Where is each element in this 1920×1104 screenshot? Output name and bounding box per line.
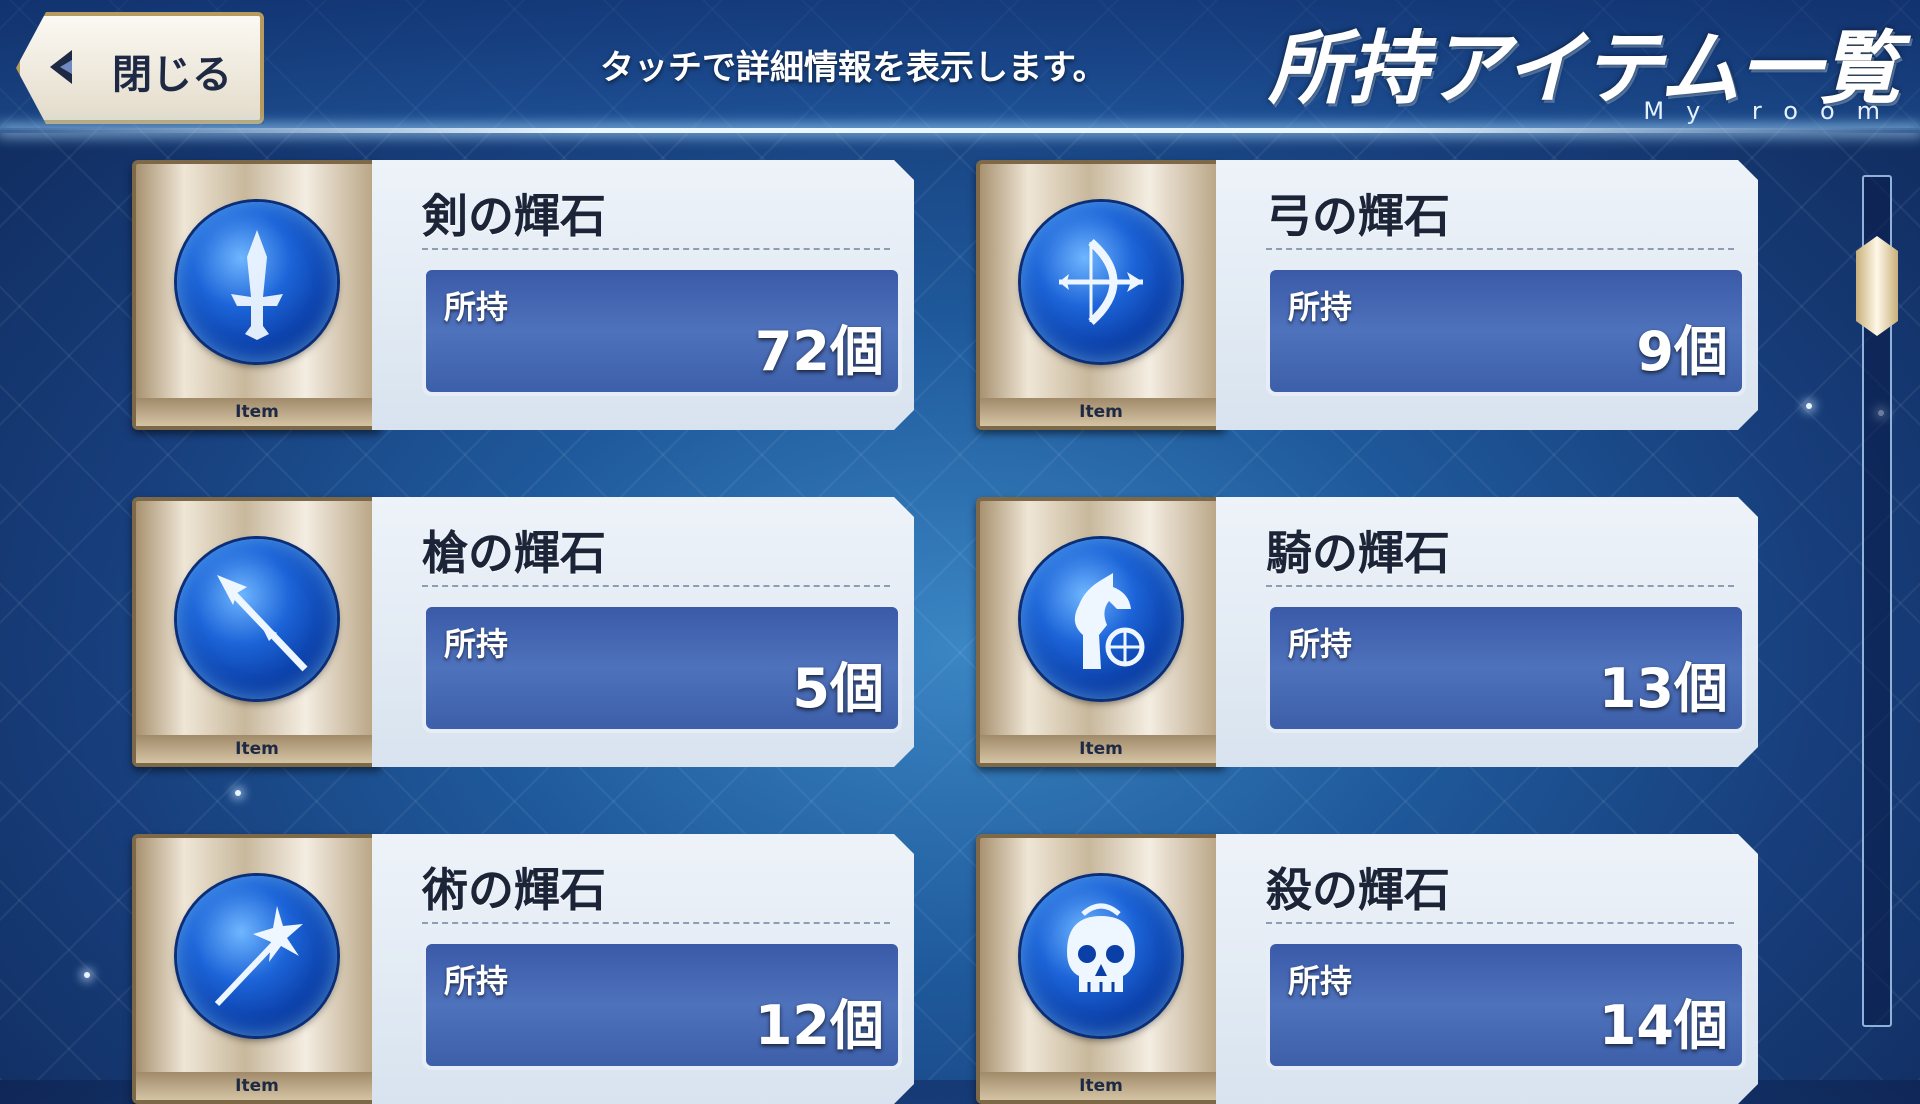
- item-divider: [422, 922, 890, 924]
- sparkle: [1806, 403, 1812, 409]
- lancer-spear-icon: [177, 539, 337, 699]
- owned-label: 所持: [444, 962, 509, 1000]
- item-panel: 弓の輝石 所持 9個: [1216, 160, 1758, 430]
- owned-count: 9個: [1636, 320, 1728, 383]
- close-button-label: 閉じる: [112, 52, 232, 98]
- item-frame: Item: [132, 497, 382, 767]
- owned-count-box: 所持 9個: [1266, 266, 1746, 396]
- owned-count: 14個: [1598, 994, 1728, 1057]
- rider-horse-icon: [1021, 539, 1181, 699]
- item-divider: [1266, 585, 1734, 587]
- item-card-rider[interactable]: Item 騎の輝石 所持 13個: [976, 497, 1758, 767]
- item-name: 剣の輝石: [422, 189, 606, 243]
- item-tag: Item: [136, 1072, 378, 1100]
- caster-staff-icon: [177, 876, 337, 1036]
- owned-label: 所持: [444, 288, 509, 326]
- page-subtitle: My room: [1643, 97, 1902, 125]
- item-divider: [422, 585, 890, 587]
- item-name: 騎の輝石: [1266, 526, 1450, 580]
- item-panel: 殺の輝石 所持 14個: [1216, 834, 1758, 1104]
- item-panel: 騎の輝石 所持 13個: [1216, 497, 1758, 767]
- saber-sword-icon: [177, 202, 337, 362]
- item-frame: Item: [976, 834, 1226, 1104]
- item-name: 殺の輝石: [1266, 863, 1450, 917]
- owned-label: 所持: [1288, 962, 1353, 1000]
- owned-count: 5個: [792, 657, 884, 720]
- owned-count: 72個: [754, 320, 884, 383]
- item-name: 術の輝石: [422, 863, 606, 917]
- scrollbar-thumb[interactable]: [1856, 236, 1898, 336]
- item-panel: 剣の輝石 所持 72個: [372, 160, 914, 430]
- header-divider: [0, 128, 1920, 133]
- item-divider: [1266, 248, 1734, 250]
- item-card-archer[interactable]: Item 弓の輝石 所持 9個: [976, 160, 1758, 430]
- owned-label: 所持: [1288, 288, 1353, 326]
- owned-label: 所持: [1288, 625, 1353, 663]
- item-tag: Item: [136, 398, 378, 426]
- owned-label: 所持: [444, 625, 509, 663]
- item-frame: Item: [132, 160, 382, 430]
- item-tag: Item: [980, 1072, 1222, 1100]
- item-frame: Item: [976, 160, 1226, 430]
- item-tag: Item: [980, 398, 1222, 426]
- hint-text: タッチで詳細情報を表示します。: [600, 48, 1107, 88]
- item-card-lancer[interactable]: Item 槍の輝石 所持 5個: [132, 497, 914, 767]
- item-frame: Item: [132, 834, 382, 1104]
- sparkle: [84, 972, 90, 978]
- assassin-skull-icon: [1021, 876, 1181, 1036]
- item-divider: [422, 248, 890, 250]
- item-panel: 槍の輝石 所持 5個: [372, 497, 914, 767]
- item-tag: Item: [136, 735, 378, 763]
- owned-count-box: 所持 12個: [422, 940, 902, 1070]
- item-panel: 術の輝石 所持 12個: [372, 834, 914, 1104]
- owned-count-box: 所持 13個: [1266, 603, 1746, 733]
- owned-count-box: 所持 14個: [1266, 940, 1746, 1070]
- item-card-caster[interactable]: Item 術の輝石 所持 12個: [132, 834, 914, 1104]
- header-bar: 閉じる タッチで詳細情報を表示します。 所持アイテム一覧 My room: [0, 0, 1920, 130]
- close-button[interactable]: 閉じる: [16, 12, 264, 124]
- sparkle: [235, 790, 241, 796]
- item-name: 弓の輝石: [1266, 189, 1450, 243]
- item-name: 槍の輝石: [422, 526, 606, 580]
- item-tag: Item: [980, 735, 1222, 763]
- archer-bow-icon: [1021, 202, 1181, 362]
- owned-count: 13個: [1598, 657, 1728, 720]
- item-card-assassin[interactable]: Item 殺の輝石 所持 14個: [976, 834, 1758, 1104]
- item-divider: [1266, 922, 1734, 924]
- owned-count-box: 所持 72個: [422, 266, 902, 396]
- back-chevron-icon: [50, 50, 72, 84]
- item-card-saber[interactable]: Item 剣の輝石 所持 72個: [132, 160, 914, 430]
- item-frame: Item: [976, 497, 1226, 767]
- owned-count-box: 所持 5個: [422, 603, 902, 733]
- owned-count: 12個: [754, 994, 884, 1057]
